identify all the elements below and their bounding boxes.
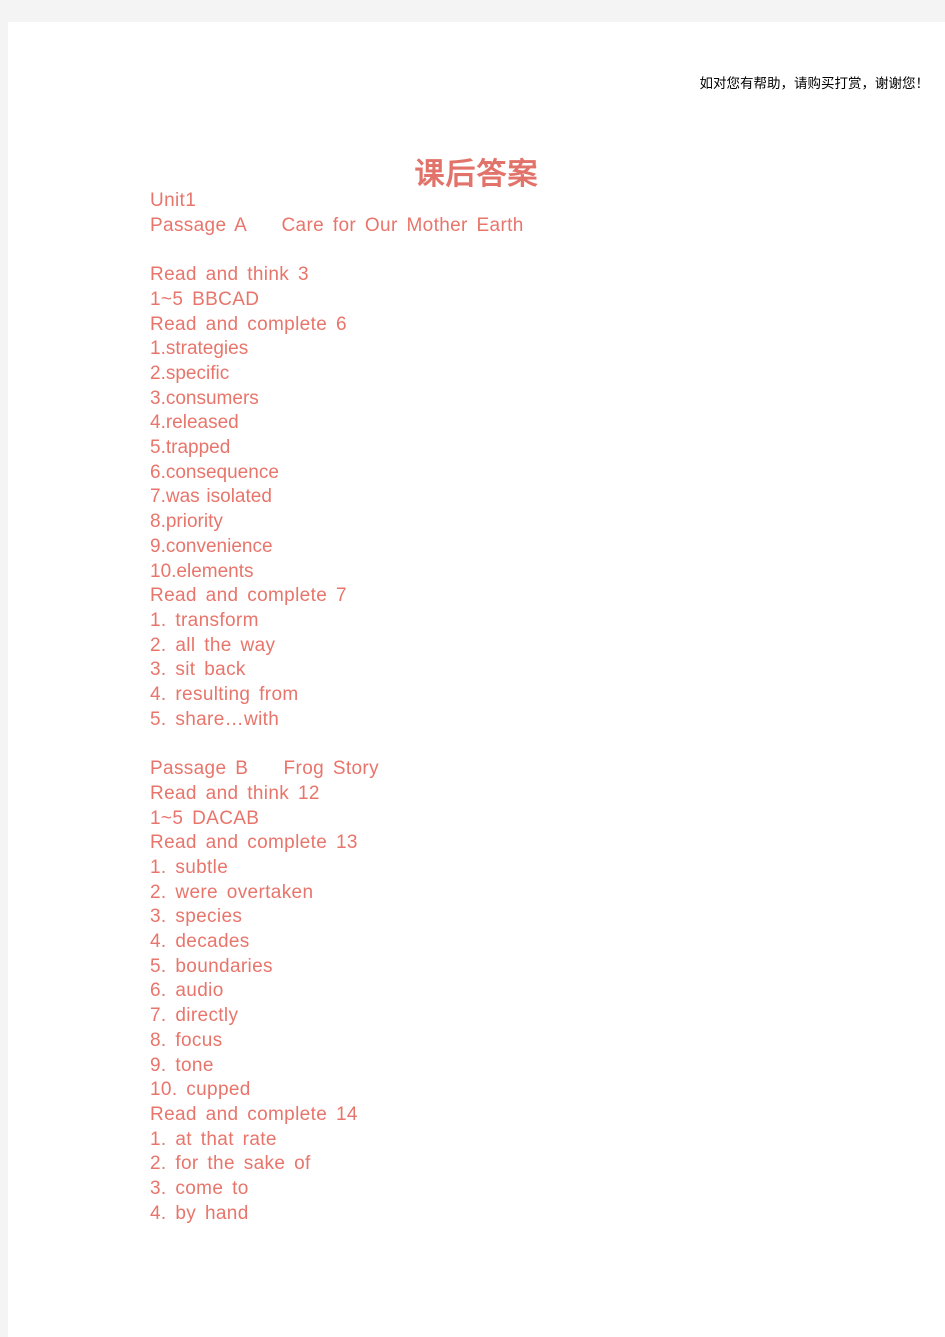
answer-line: 5. boundaries	[150, 955, 273, 977]
answer-line: 7.was isolated	[150, 486, 272, 508]
answer-line: Read and think 3	[150, 264, 309, 286]
answer-line: 1. subtle	[150, 856, 229, 878]
answer-line: 4. by hand	[150, 1202, 249, 1224]
answer-line: 2. for the sake of	[150, 1153, 311, 1175]
document-page: 如对您有帮助，请购买打赏，谢谢您！ 课后答案 Unit1 Passage A Ca…	[8, 22, 945, 1337]
answer-line: Read and think 12	[150, 782, 320, 804]
answer-line: 8.priority	[150, 511, 223, 533]
answer-line: 3.consumers	[150, 387, 259, 409]
answer-line: 1~5 BBCAD	[150, 288, 260, 310]
answer-line: 6.consequence	[150, 461, 279, 483]
answer-line: 3. species	[150, 906, 243, 928]
answer-line: 9. tone	[150, 1054, 214, 1076]
answer-line: 9.convenience	[150, 535, 273, 557]
answer-line: 1~5 DACAB	[150, 807, 260, 829]
answer-line: 8. focus	[150, 1029, 223, 1051]
answer-line: 7. directly	[150, 1005, 239, 1027]
answer-line: 5. share…with	[150, 708, 280, 730]
answer-line: 2. were overtaken	[150, 881, 314, 903]
promo-header-text: 如对您有帮助，请购买打赏，谢谢您！	[699, 76, 930, 92]
answer-line: 2. all the way	[150, 634, 276, 656]
answer-key-content: Unit1 Passage A Care for Our Mother Earth…	[150, 189, 910, 1227]
document-viewport: 如对您有帮助，请购买打赏，谢谢您！ 课后答案 Unit1 Passage A Ca…	[0, 0, 945, 1337]
answer-line: Read and complete 7	[150, 585, 347, 607]
answer-line: Unit1	[150, 190, 197, 211]
answer-line: 1. transform	[150, 609, 259, 631]
answer-line: 4. resulting from	[150, 684, 299, 706]
answer-line: Passage A Care for Our Mother Earth	[150, 214, 524, 236]
answer-line: Read and complete 13	[150, 832, 358, 854]
answer-line: 1.strategies	[150, 338, 249, 360]
answer-line: Passage B Frog Story	[150, 758, 379, 780]
answer-line: 6. audio	[150, 980, 224, 1002]
answer-line: Read and complete 14	[150, 1103, 358, 1125]
answer-line: 1. at that rate	[150, 1128, 277, 1150]
answer-line: 2.specific	[150, 362, 230, 384]
answer-line: 5.trapped	[150, 437, 231, 459]
answer-line: 3. sit back	[150, 659, 246, 681]
answer-line: 10.elements	[150, 560, 254, 582]
answer-line: 4.released	[150, 412, 239, 434]
answer-line: 3. come to	[150, 1178, 249, 1200]
answer-line: 10. cupped	[150, 1079, 251, 1101]
answer-line: Read and complete 6	[150, 313, 347, 335]
answer-line: 4. decades	[150, 931, 250, 953]
